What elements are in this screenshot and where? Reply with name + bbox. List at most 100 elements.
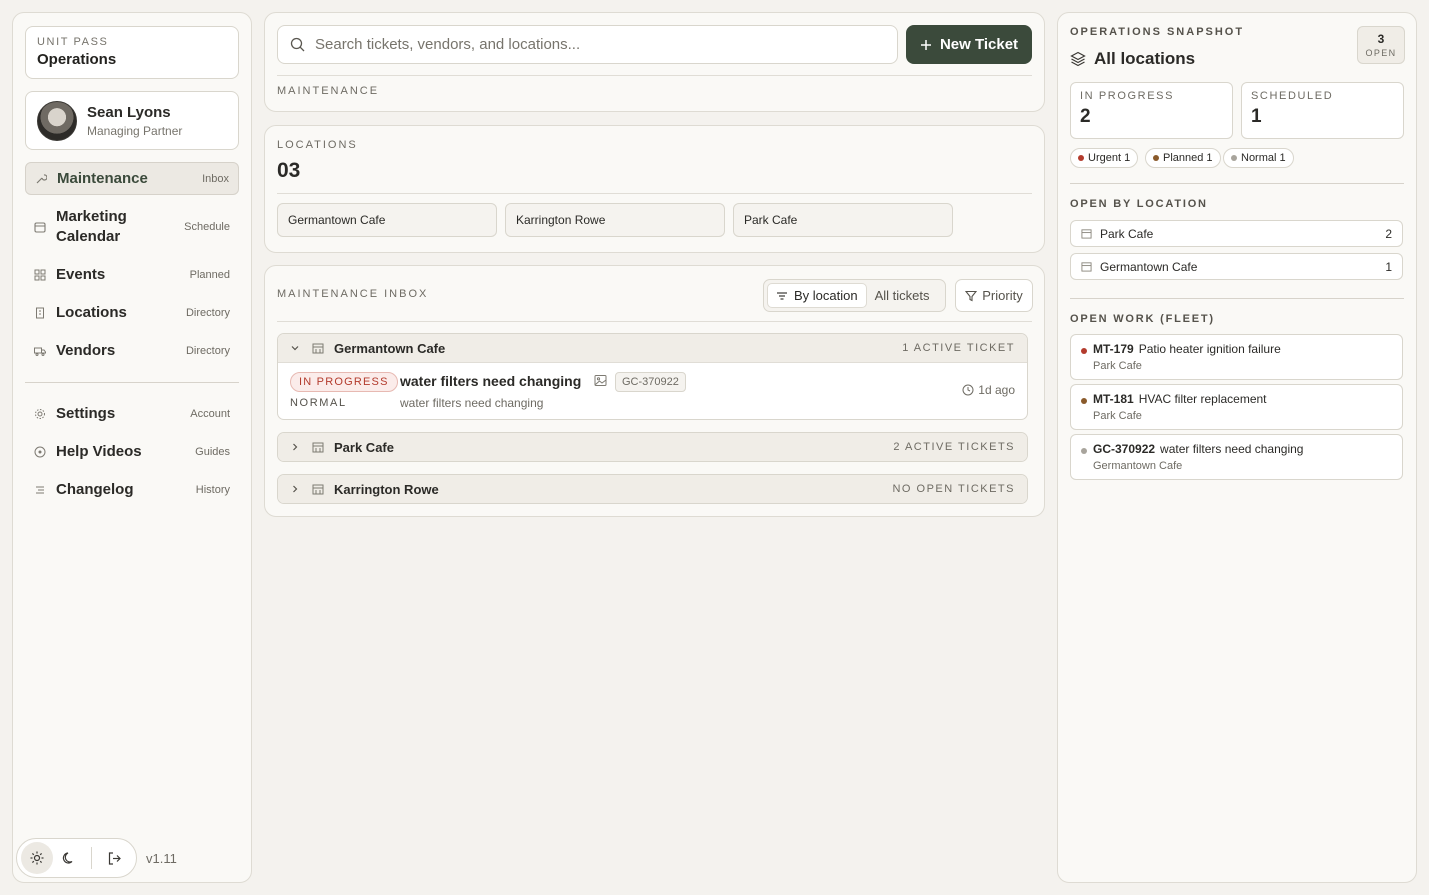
divider xyxy=(277,75,1032,76)
sidebar-item-vendors[interactable]: Vendors Directory xyxy=(25,340,239,362)
divider xyxy=(1070,183,1404,184)
avatar xyxy=(37,101,77,141)
priority-label: NORMAL xyxy=(290,397,347,409)
building-icon xyxy=(312,441,324,453)
snapshot-title-text: All locations xyxy=(1094,49,1196,68)
sidebar-item-meta: Guides xyxy=(195,446,230,458)
work-line: GC-370922 water filters need changing xyxy=(1093,442,1303,456)
search-box[interactable] xyxy=(277,25,898,64)
sun-icon[interactable] xyxy=(21,842,53,874)
ticket-code: GC-370922 xyxy=(615,372,686,392)
location-count: 2 xyxy=(1385,226,1392,241)
moon-icon[interactable] xyxy=(53,842,85,874)
group-header[interactable]: Karrington Rowe NO OPEN TICKETS xyxy=(278,475,1027,503)
chevron-right-icon xyxy=(290,442,300,452)
sidebar-item-marketing-calendar[interactable]: Marketing Calendar Schedule xyxy=(25,206,239,248)
work-title: water filters need changing xyxy=(1160,442,1304,456)
ticket-time-text: 1d ago xyxy=(978,383,1015,397)
sidebar-item-meta: Account xyxy=(190,408,230,420)
open-by-location-kicker: OPEN BY LOCATION xyxy=(1070,198,1208,210)
building-icon xyxy=(1081,228,1092,239)
play-circle-icon xyxy=(34,446,46,458)
work-line: MT-179 Patio heater ignition failure xyxy=(1093,342,1281,356)
sidebar-item-label: Locations xyxy=(56,304,127,321)
location-chip[interactable]: Park Cafe xyxy=(733,203,953,237)
location-chip[interactable]: Karrington Rowe xyxy=(505,203,725,237)
locations-card: LOCATIONS 03 Germantown Cafe Karrington … xyxy=(264,125,1045,253)
chip-label: Normal 1 xyxy=(1241,152,1286,164)
location-chip[interactable]: Germantown Cafe xyxy=(277,203,497,237)
priority-dot xyxy=(1081,448,1087,454)
work-code: GC-370922 xyxy=(1093,442,1156,456)
work-location: Park Cafe xyxy=(1093,360,1142,372)
open-work-item[interactable]: GC-370922 water filters need changing Ger… xyxy=(1070,434,1403,480)
sidebar-item-settings[interactable]: Settings Account xyxy=(25,403,239,425)
sidebar-item-meta: Directory xyxy=(185,307,230,319)
stat-label: SCHEDULED xyxy=(1251,90,1334,102)
divider xyxy=(277,321,1032,322)
divider xyxy=(1070,298,1404,299)
work-title: HVAC filter replacement xyxy=(1138,392,1267,406)
priority-dot xyxy=(1081,348,1087,354)
priority-filter-button[interactable]: Priority xyxy=(955,279,1033,312)
search-icon xyxy=(290,37,305,52)
status-badge: IN PROGRESS xyxy=(290,372,398,392)
status-dot xyxy=(1231,155,1237,161)
sidebar-item-meta: Inbox xyxy=(202,172,229,185)
gear-icon xyxy=(34,408,46,420)
sidebar-item-label: Vendors xyxy=(56,342,116,359)
open-work-item[interactable]: MT-181 HVAC filter replacement Park Cafe xyxy=(1070,384,1403,430)
open-location-row[interactable]: Germantown Cafe 1 xyxy=(1070,253,1403,280)
view-by-location-label: By location xyxy=(794,288,858,303)
group-name: Germantown Cafe xyxy=(334,340,446,356)
layers-icon xyxy=(1070,51,1086,67)
sidebar-item-label: Settings xyxy=(56,405,116,422)
brand-card[interactable]: UNIT PASS Operations xyxy=(25,26,239,79)
search-input[interactable] xyxy=(315,36,885,53)
chip-label: Planned 1 xyxy=(1163,152,1213,164)
sidebar-item-meta: Schedule xyxy=(184,221,230,233)
chevron-down-icon xyxy=(290,343,300,353)
sidebar-item-meta: Directory xyxy=(185,345,230,357)
user-card[interactable]: Sean Lyons Managing Partner xyxy=(25,91,239,150)
open-work-item[interactable]: MT-179 Patio heater ignition failure Park… xyxy=(1070,334,1403,380)
truck-icon xyxy=(34,345,46,357)
priority-chip-urgent[interactable]: Urgent 1 xyxy=(1070,148,1139,168)
locations-kicker: LOCATIONS xyxy=(277,139,358,151)
view-all-tickets-button[interactable]: All tickets xyxy=(867,283,938,308)
open-location-row[interactable]: Park Cafe 2 xyxy=(1070,220,1403,247)
group-count: 1 ACTIVE TICKET xyxy=(902,342,1015,354)
in-progress-stat: IN PROGRESS 2 xyxy=(1070,82,1233,139)
building-icon xyxy=(34,307,46,319)
sidebar-item-label: Marketing Calendar xyxy=(56,208,127,245)
priority-chip-planned[interactable]: Planned 1 xyxy=(1145,148,1221,168)
sidebar-item-maintenance[interactable]: Maintenance Inbox xyxy=(25,162,239,195)
brand-title: Operations xyxy=(37,51,117,68)
sidebar-item-locations[interactable]: Locations Directory xyxy=(25,302,239,324)
sidebar-item-help-videos[interactable]: Help Videos Guides xyxy=(25,441,239,463)
chevron-right-icon xyxy=(290,484,300,494)
view-by-location-button[interactable]: By location xyxy=(767,283,867,308)
work-line: MT-181 HVAC filter replacement xyxy=(1093,392,1267,406)
sidebar-item-events[interactable]: Events Planned xyxy=(25,264,239,286)
scheduled-stat: SCHEDULED 1 xyxy=(1241,82,1404,139)
priority-chip-normal[interactable]: Normal 1 xyxy=(1223,148,1294,168)
snapshot-title[interactable]: All locations xyxy=(1070,49,1195,69)
open-work-kicker: OPEN WORK (FLEET) xyxy=(1070,313,1215,325)
view-toggle: By location All tickets xyxy=(763,279,946,312)
wrench-icon xyxy=(35,173,47,185)
group-header[interactable]: Germantown Cafe 1 ACTIVE TICKET xyxy=(278,334,1027,362)
plus-icon xyxy=(920,39,932,51)
building-icon xyxy=(1081,261,1092,272)
ticket-row[interactable]: IN PROGRESS NORMAL water filters need ch… xyxy=(278,362,1027,418)
new-ticket-button[interactable]: New Ticket xyxy=(906,25,1032,64)
logout-icon[interactable] xyxy=(98,842,130,874)
list-icon xyxy=(34,484,46,496)
location-group: Germantown Cafe 1 ACTIVE TICKET IN PROGR… xyxy=(277,333,1028,420)
group-name: Park Cafe xyxy=(334,439,394,455)
sidebar-item-changelog[interactable]: Changelog History xyxy=(25,479,239,501)
operations-snapshot: OPERATIONS SNAPSHOT All locations 3 OPEN… xyxy=(1057,12,1417,883)
group-header[interactable]: Park Cafe 2 ACTIVE TICKETS xyxy=(278,433,1027,461)
group-name: Karrington Rowe xyxy=(334,481,439,497)
status-dot xyxy=(1078,155,1084,161)
